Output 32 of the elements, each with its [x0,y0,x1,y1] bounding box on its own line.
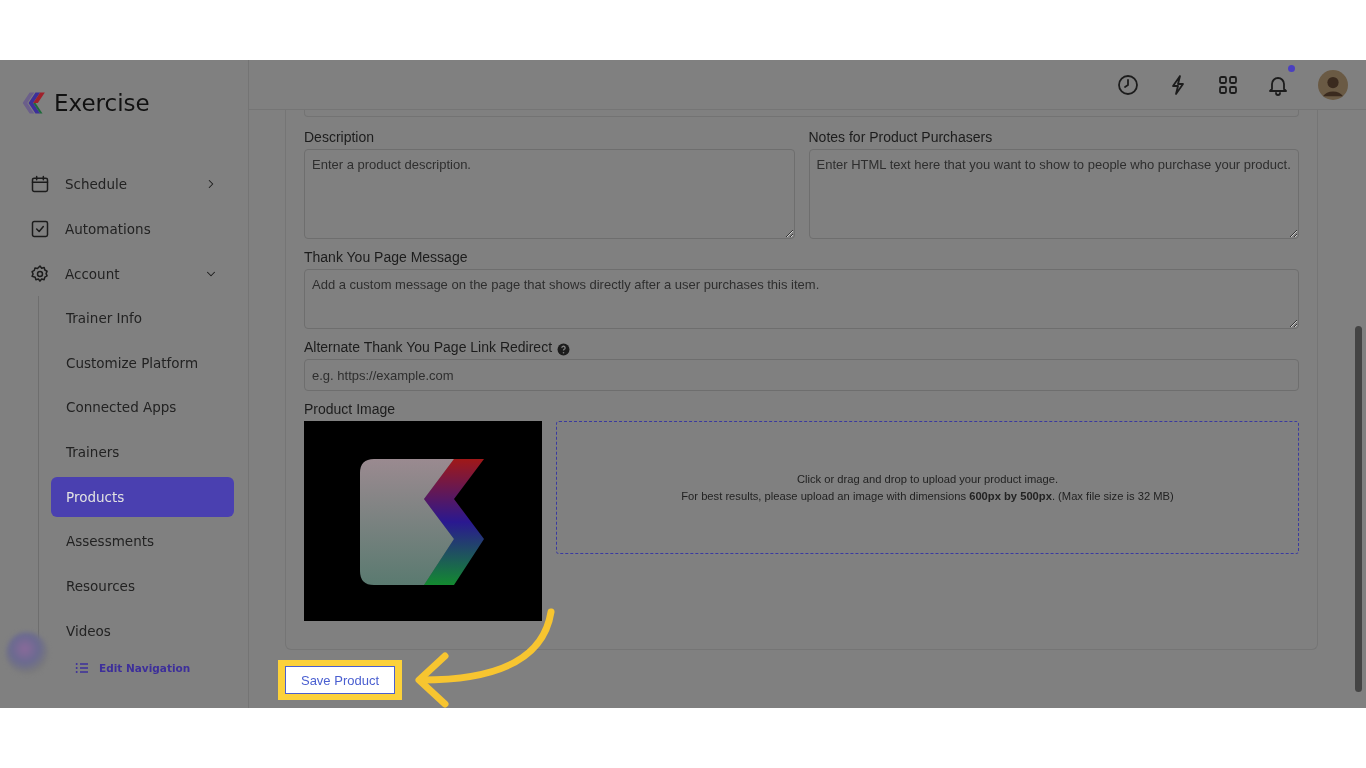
text-area[interactable]: Add a custom message on the page that shows directly after a user purchases this item. [304,269,1299,329]
avatar-icon[interactable] [1318,69,1348,100]
calendar-icon [30,173,50,194]
settings-icon [30,263,50,284]
app-name: Exercise [54,90,150,116]
clock-icon[interactable] [1116,72,1140,97]
nav-item[interactable]: Trainer Info [51,298,234,338]
save-button[interactable]: Save Product [285,666,395,694]
nav-item[interactable]: Videos [51,610,234,651]
nav-item[interactable]: Assessments [51,521,234,562]
nav-item[interactable]: Connected Apps [51,387,234,428]
upload-instructions: For best results, please upload an image with dimensions 600px by 500px. (Max file size is 32 MB) [681,488,1174,504]
input-field[interactable]: e.g. https://example.com [304,359,1299,391]
edit-navigation-link[interactable]: Edit Navigation [74,660,191,676]
nav-item[interactable]: Products [51,476,234,517]
field-label: Description [304,129,376,146]
text-area[interactable]: Enter a product description. [304,149,795,239]
nav-item[interactable]: Customize Platform [51,342,234,383]
list-icon [74,660,90,676]
nav-item[interactable]: Resources [51,566,234,607]
text-area[interactable]: Enter HTML text here that you want to show to people who purchase your product. [808,149,1299,239]
field-label: Thank You Page Message [304,249,469,266]
nav-item[interactable]: Automations [0,206,248,251]
upload-instructions: Click or drag and drop to upload your product image. [796,471,1059,487]
upload-dropzone[interactable]: Click or drag and drop to upload your product image. For best results, please upload an image with dimensions 600px by 500px. (Max file size is 32 MB) [556,421,1299,554]
checkbox-icon [30,218,50,239]
nav-item[interactable]: Trainers [51,432,234,473]
nav-item[interactable]: Schedule [0,161,248,206]
nav-item[interactable]: Account [0,251,248,296]
field-label: Alternate Thank You Page Link Redirect [304,339,553,356]
field-label: Notes for Product Purchasers [808,129,994,146]
field-label: Product Image [304,401,397,418]
